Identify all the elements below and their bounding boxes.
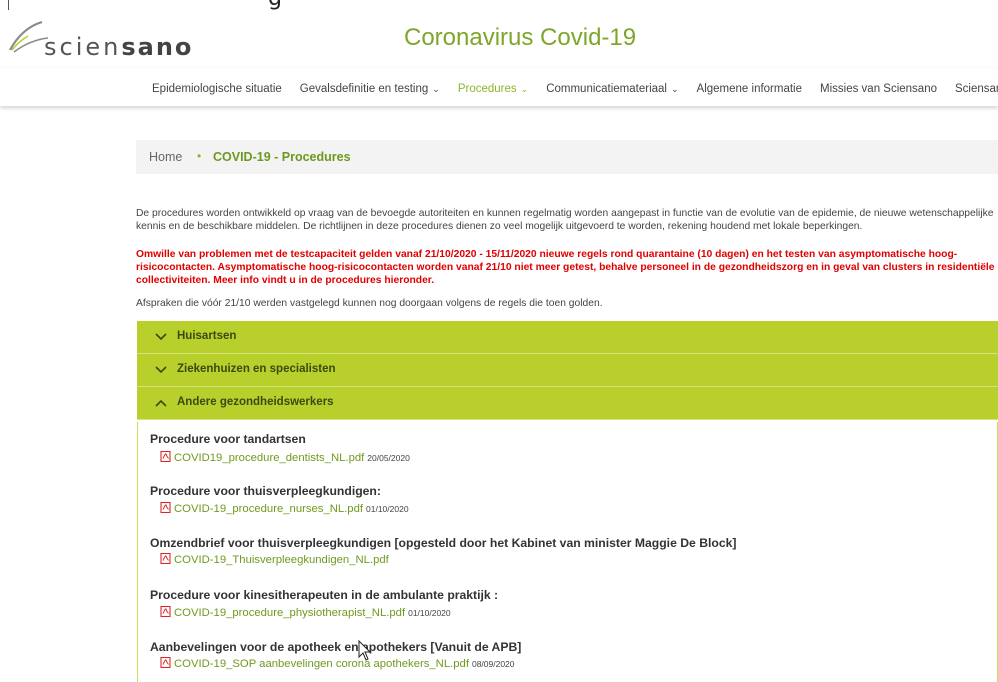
- nav-item-missies-van-sciensano[interactable]: Missies van Sciensano: [820, 83, 937, 95]
- pdf-download-link[interactable]: COVID-19_procedure_nurses_NL.pdf 01/10/20…: [160, 502, 409, 515]
- pdf-download-link[interactable]: COVID19_procedure_dentists_NL.pdf 20/05/2…: [160, 451, 410, 464]
- procedure-title: Procedure voor thuisverpleegkundigen:: [150, 484, 381, 498]
- accordion-label: Ziekenhuizen en specialisten: [177, 363, 336, 375]
- pdf-download-link[interactable]: COVID-19_SOP aanbevelingen corona apothe…: [160, 657, 515, 670]
- nav-list: Epidemiologische situatie Gevalsdefinitie…: [152, 79, 998, 97]
- note-paragraph: Afspraken die vóór 21/10 werden vastgele…: [136, 298, 603, 309]
- divider: [8, 0, 9, 10]
- cropped-heading-text: g: [268, 0, 282, 11]
- chevron-down-icon: [155, 366, 167, 374]
- chevron-up-icon: [155, 399, 167, 407]
- breadcrumb-separator: •: [197, 149, 202, 163]
- pdf-file-icon: [160, 451, 171, 462]
- breadcrumb-home-link[interactable]: Home: [149, 150, 182, 164]
- pdf-filename: COVID-19_SOP aanbevelingen corona apothe…: [174, 658, 469, 670]
- nav-item-algemene-informatie[interactable]: Algemene informatie: [697, 83, 802, 95]
- chevron-down-icon: ⌄: [670, 84, 679, 94]
- nav-item-epidemiologische-situatie[interactable]: Epidemiologische situatie: [152, 83, 282, 95]
- procedure-title: Omzendbrief voor thuisverpleegkundigen […: [150, 536, 737, 550]
- pdf-date: 01/10/2020: [366, 504, 409, 514]
- nav-item-label: Sciensano projec: [955, 83, 998, 95]
- chevron-down-icon: ⌄: [432, 84, 440, 94]
- pdf-filename: COVID19_procedure_dentists_NL.pdf: [174, 452, 365, 464]
- warning-paragraph: Omwille van problemen met de testcapacit…: [136, 249, 995, 286]
- accordion-header-huisartsen[interactable]: Huisartsen: [137, 321, 998, 354]
- nav-item-gevalsdefinitie-en-testing[interactable]: Gevalsdefinitie en testing ⌄: [300, 83, 440, 95]
- procedure-title: Procedure voor kinesitherapeuten in de a…: [150, 588, 499, 602]
- pdf-date: 01/10/2020: [408, 608, 451, 618]
- nav-item-label: Epidemiologische situatie: [152, 83, 282, 95]
- nav-item-label: Gevalsdefinitie en testing: [299, 83, 429, 95]
- accordion-label: Andere gezondheidswerkers: [177, 396, 334, 408]
- sciensano-logo[interactable]: sciensano: [8, 20, 191, 61]
- accordion-header-andere-gezondheidswerkers[interactable]: Andere gezondheidswerkers: [137, 387, 998, 420]
- mouse-cursor-icon: [358, 640, 372, 661]
- nav-item-sciensano-projec[interactable]: Sciensano projec: [955, 83, 998, 95]
- pdf-date: 20/05/2020: [367, 453, 410, 463]
- intro-paragraph: De procedures worden ontwikkeld op vraag…: [136, 208, 994, 232]
- chevron-down-icon: ⌄: [520, 84, 529, 94]
- procedure-title: Procedure voor tandartsen: [150, 432, 306, 446]
- pdf-download-link[interactable]: COVID-19_Thuisverpleegkundigen_NL.pdf: [160, 553, 389, 566]
- pdf-file-icon: [160, 657, 171, 668]
- site-title: Coronavirus Covid-19: [404, 24, 637, 51]
- procedure-title: Aanbevelingen voor de apotheek en apothe…: [150, 640, 522, 654]
- breadcrumb-current: COVID-19 - Procedures: [213, 150, 351, 164]
- logo-text-part2: sano: [121, 33, 194, 61]
- accordion-header-ziekenhuizen[interactable]: Ziekenhuizen en specialisten: [137, 354, 998, 387]
- nav-item-label: Algemene informatie: [696, 83, 803, 95]
- pdf-download-link[interactable]: COVID-19_procedure_physiotherapist_NL.pd…: [160, 606, 451, 619]
- pdf-filename: COVID-19_Thuisverpleegkundigen_NL.pdf: [174, 554, 389, 566]
- nav-item-label: Communicatiemateriaal: [546, 83, 667, 95]
- nav-item-procedures[interactable]: Procedures ⌄: [458, 83, 528, 95]
- pdf-file-icon: [160, 553, 171, 564]
- logo-text-part1: scien: [44, 33, 122, 61]
- breadcrumb: Home • COVID-19 - Procedures: [136, 140, 998, 174]
- chevron-down-icon: [155, 333, 167, 341]
- nav-item-label: Missies van Sciensano: [820, 83, 937, 95]
- logo-wordmark: sciensano: [44, 33, 193, 61]
- cropped-top-bar: g: [0, 0, 998, 12]
- pdf-filename: COVID-19_procedure_nurses_NL.pdf: [174, 503, 364, 515]
- pdf-filename: COVID-19_procedure_physiotherapist_NL.pd…: [174, 607, 406, 619]
- main-navigation: Epidemiologische situatie Gevalsdefinitie…: [0, 68, 998, 106]
- accordion-label: Huisartsen: [177, 330, 237, 342]
- pdf-file-icon: [160, 502, 171, 513]
- nav-item-communicatiemateriaal[interactable]: Communicatiemateriaal ⌄: [546, 83, 678, 95]
- nav-item-label: Procedures: [457, 83, 517, 95]
- pdf-file-icon: [160, 606, 171, 617]
